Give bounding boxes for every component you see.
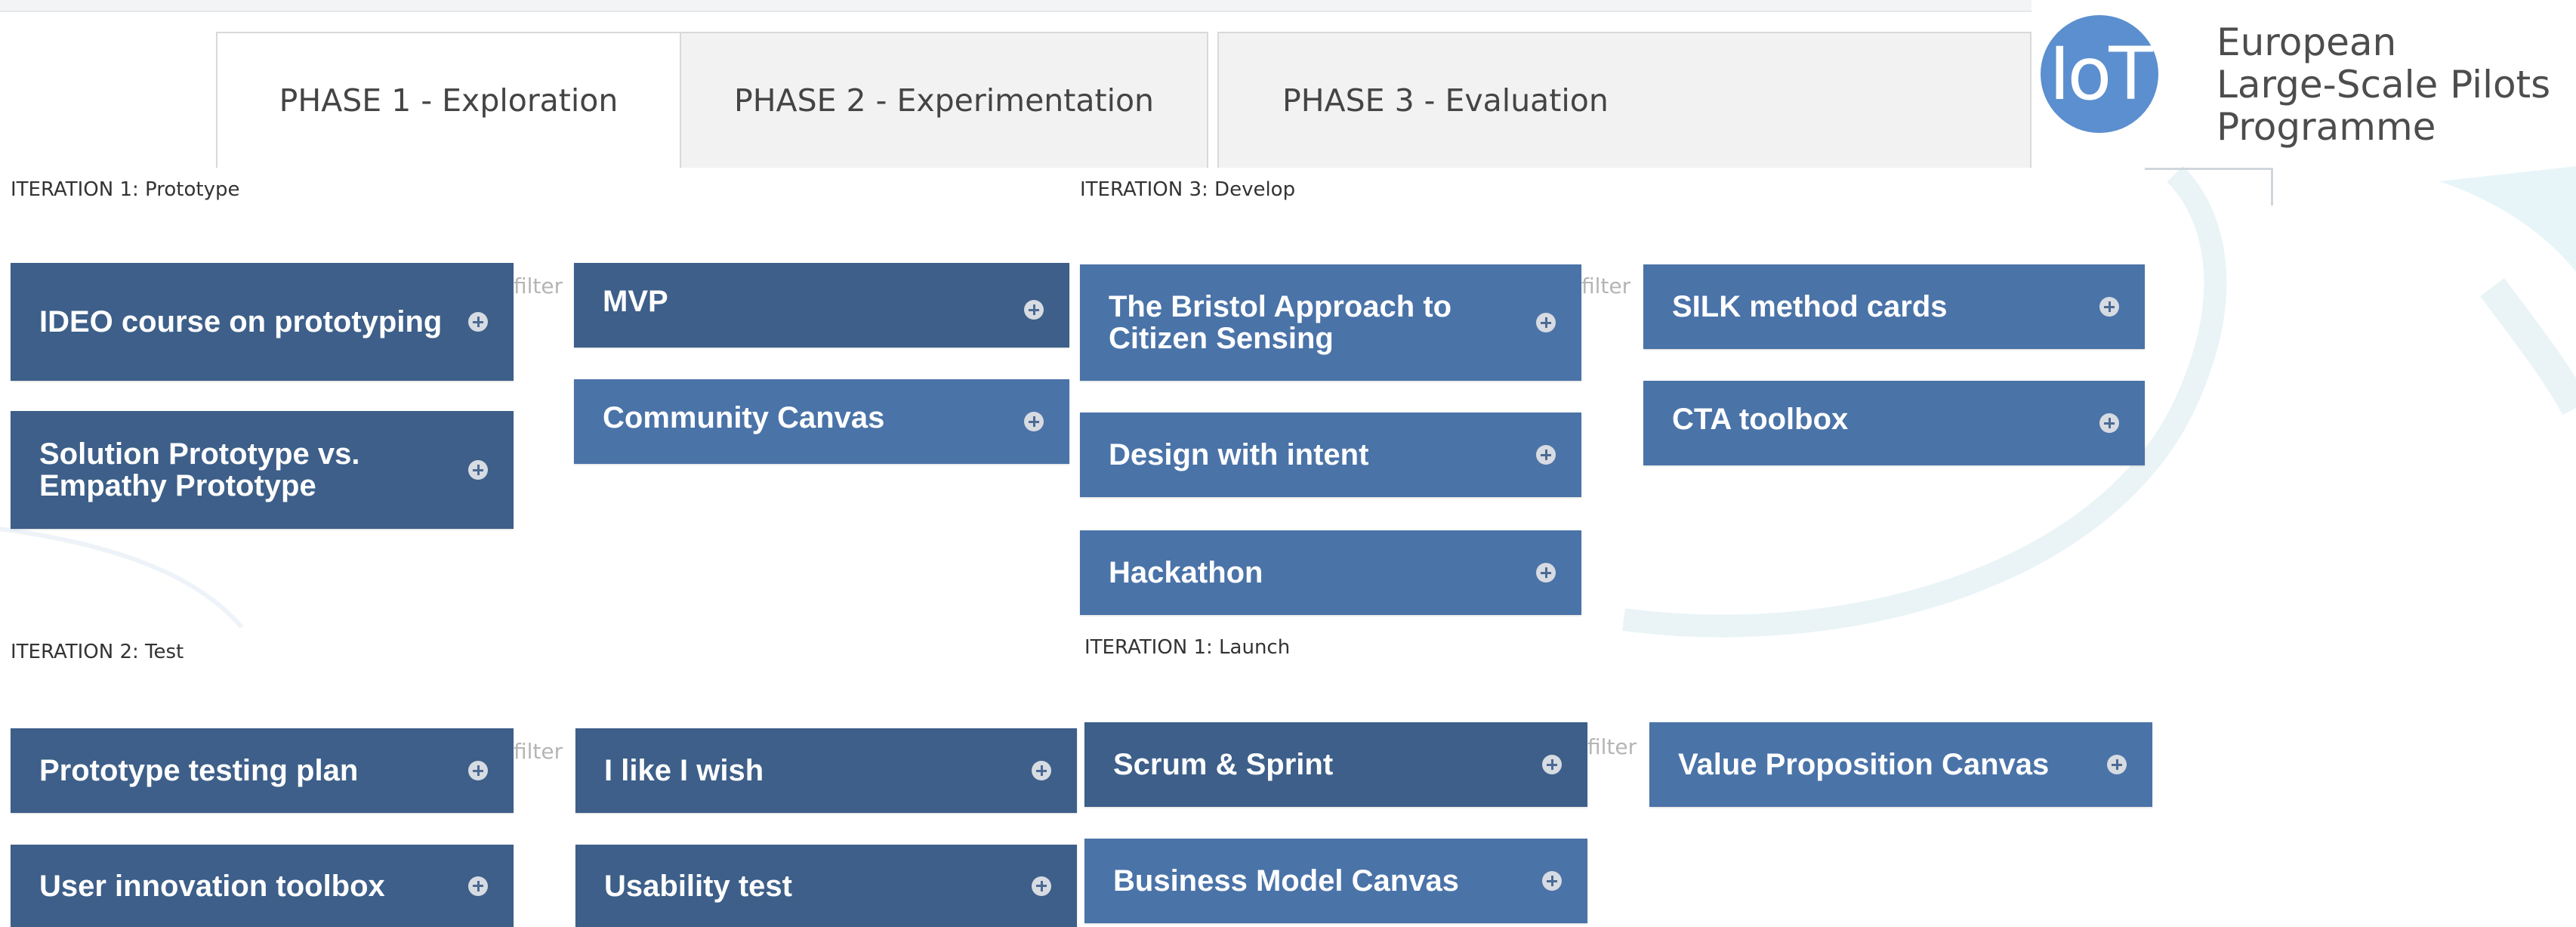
method-card[interactable]: Solution Prototype vs. Empathy Prototype [11,411,514,529]
card-title: MVP [603,285,668,318]
logo-text: European Large-Scale Pilots Programme [2217,21,2550,148]
method-card[interactable]: Prototype testing plan [11,728,514,813]
card-title: Usability test [604,869,792,903]
card-title: Hackathon [1109,556,1263,589]
expand-plus-icon[interactable] [1024,300,1044,320]
expand-plus-icon[interactable] [2107,755,2127,774]
expand-plus-icon[interactable] [468,761,488,780]
logo-line-2: Large-Scale Pilots [2217,63,2551,107]
expand-plus-icon[interactable] [1536,445,1556,465]
top-border [0,0,2031,12]
expand-plus-icon[interactable] [1024,412,1044,431]
expand-plus-icon[interactable] [1536,313,1556,332]
filter-label: filter [1581,273,1631,298]
expand-plus-icon[interactable] [1536,563,1556,582]
card-title: Business Model Canvas [1113,864,1459,898]
logo-line-3: Programme [2217,105,2436,149]
iteration-label: ITERATION 1: Prototype [11,178,240,201]
method-card[interactable]: Usability test [575,845,1077,927]
method-card[interactable]: SILK method cards [1643,264,2145,349]
iot-logo-mark: IoT [2041,15,2158,133]
expand-plus-icon[interactable] [2099,297,2119,317]
expand-plus-icon[interactable] [468,460,488,480]
method-card[interactable]: I like I wish [575,728,1077,813]
method-card[interactable]: MVP [574,263,1069,348]
logo-line-1: European [2217,20,2397,64]
card-title: Design with intent [1109,438,1369,471]
expand-plus-icon[interactable] [1032,876,1051,896]
tab-phase-2[interactable]: PHASE 2 - Experimentation [680,32,1208,168]
method-card[interactable]: Hackathon [1080,530,1581,615]
divider [2145,168,2273,170]
card-title: Prototype testing plan [39,754,359,787]
expand-plus-icon[interactable] [1542,755,1562,774]
method-card[interactable]: Business Model Canvas [1084,839,1587,923]
tab-phase-3[interactable]: PHASE 3 - Evaluation [1217,32,2031,168]
expand-plus-icon[interactable] [1542,871,1562,891]
card-title: CTA toolbox [1672,403,1849,436]
method-card[interactable]: Value Proposition Canvas [1649,722,2152,807]
card-title: I like I wish [604,754,764,787]
expand-plus-icon[interactable] [2099,413,2119,433]
divider [2271,168,2273,205]
tab-phase-1[interactable]: PHASE 1 - Exploration [216,32,681,168]
iteration-label: ITERATION 3: Develop [1080,178,1296,201]
card-title: SILK method cards [1672,290,1948,323]
phase-tab-bar: PHASE 1 - Exploration PHASE 2 - Experime… [216,32,2031,168]
method-card[interactable]: The Bristol Approach to Citizen Sensing [1080,264,1581,381]
method-card[interactable]: CTA toolbox [1643,381,2145,465]
card-title: The Bristol Approach to Citizen Sensing [1109,290,1452,355]
method-card[interactable]: Scrum & Sprint [1084,722,1587,807]
card-title: User innovation toolbox [39,869,385,903]
iteration-label: ITERATION 2: Test [11,641,184,663]
card-title: Value Proposition Canvas [1678,748,2050,781]
iot-logo: IoT European Large-Scale Pilots Programm… [2031,0,2576,166]
card-title: IDEO course on prototyping [39,305,443,338]
iteration-label: ITERATION 1: Launch [1084,636,1291,659]
expand-plus-icon[interactable] [468,876,488,896]
card-title: Scrum & Sprint [1113,748,1334,781]
card-title: Solution Prototype vs. Empathy Prototype [39,437,360,502]
filter-label: filter [514,273,563,298]
method-card[interactable]: IDEO course on prototyping [11,263,514,381]
method-card[interactable]: Community Canvas [574,379,1069,464]
expand-plus-icon[interactable] [1032,761,1051,780]
method-card[interactable]: Design with intent [1080,413,1581,497]
expand-plus-icon[interactable] [468,312,488,332]
method-card[interactable]: User innovation toolbox [11,845,514,927]
filter-label: filter [1587,734,1637,759]
filter-label: filter [514,739,563,764]
card-title: Community Canvas [603,401,885,434]
